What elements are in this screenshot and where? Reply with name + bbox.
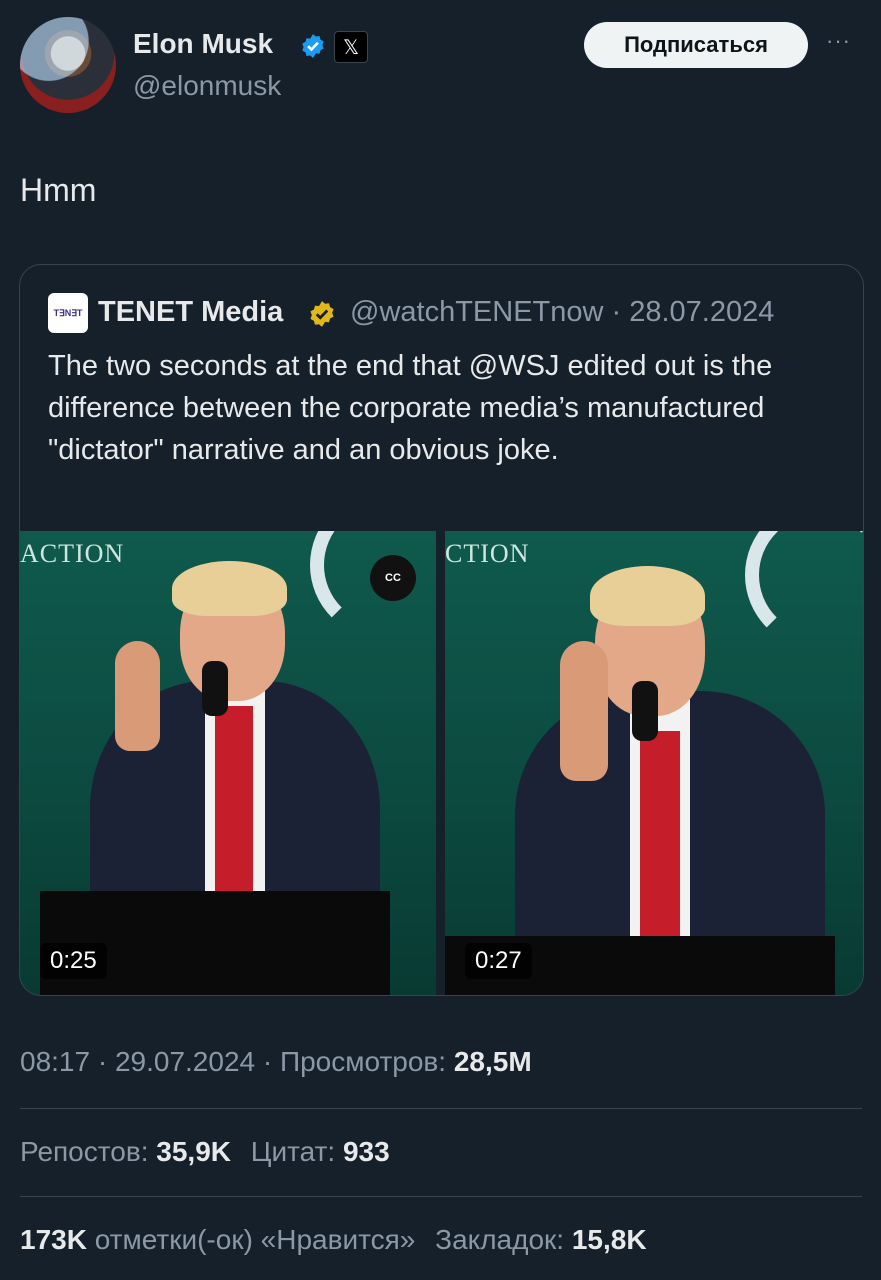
author-name[interactable]: Elon Musk xyxy=(133,28,273,60)
divider xyxy=(20,1108,862,1109)
microphone xyxy=(202,661,228,716)
quoted-tweet[interactable]: T∃N∃T TENET Media @watchTENETnow · 28.07… xyxy=(19,264,864,996)
video-duration: 0:25 xyxy=(40,943,107,979)
views-count: 28,5M xyxy=(453,1046,532,1077)
video-backdrop-text: CTION xyxy=(445,539,530,568)
tenet-logo-icon: T∃N∃T xyxy=(48,293,88,333)
quoted-handle-date: @watchTENETnow · 28.07.2024 xyxy=(350,296,775,328)
speaker-tie xyxy=(640,731,680,936)
video-backdrop-text: ACTION xyxy=(20,539,125,568)
engagement-row-2: 173K отметки(-ок) «Нравится» Закладок: 1… xyxy=(20,1224,647,1256)
reposts-stat[interactable]: Репостов: 35,9K xyxy=(20,1136,231,1167)
video-thumbnail-2[interactable]: CTION 0:27 xyxy=(445,531,863,995)
speaker-tie xyxy=(215,706,253,891)
x-affiliate-icon: 𝕏 xyxy=(334,31,368,63)
quoted-author-name: TENET Media xyxy=(98,296,284,328)
tweet-text: Hmm xyxy=(20,172,97,208)
tweet-meta: 08:17 · 29.07.2024 · Просмотров: 28,5M xyxy=(20,1046,532,1078)
divider xyxy=(20,1196,862,1197)
video-thumbnail-1[interactable]: ACTION CC 0:25 xyxy=(20,531,436,995)
author-handle[interactable]: @elonmusk xyxy=(133,70,281,102)
time-date[interactable]: 08:17 · 29.07.2024 · Просмотров: xyxy=(20,1046,454,1077)
follow-button[interactable]: Подписаться xyxy=(584,22,808,68)
quotes-stat[interactable]: Цитат: 933 xyxy=(251,1136,390,1167)
engagement-row-1: Репостов: 35,9K Цитат: 933 xyxy=(20,1136,390,1168)
speaker-hair xyxy=(172,561,287,616)
author-avatar[interactable] xyxy=(20,17,116,113)
likes-stat[interactable]: 173K отметки(-ок) «Нравится» xyxy=(20,1224,415,1255)
closed-captions-icon[interactable]: CC xyxy=(370,555,416,601)
verified-badge-icon xyxy=(302,34,324,58)
video-duration: 0:27 xyxy=(465,943,532,979)
gold-verified-badge-icon xyxy=(310,301,334,327)
speaker-hand xyxy=(115,641,160,751)
bookmarks-stat[interactable]: Закладок: 15,8K xyxy=(435,1224,646,1255)
quoted-tweet-text: The two seconds at the end that @WSJ edi… xyxy=(48,350,773,466)
more-options-icon[interactable]: ··· xyxy=(826,28,851,54)
speaker-hair xyxy=(590,566,705,626)
microphone xyxy=(632,681,658,741)
speaker-hand xyxy=(560,641,608,781)
